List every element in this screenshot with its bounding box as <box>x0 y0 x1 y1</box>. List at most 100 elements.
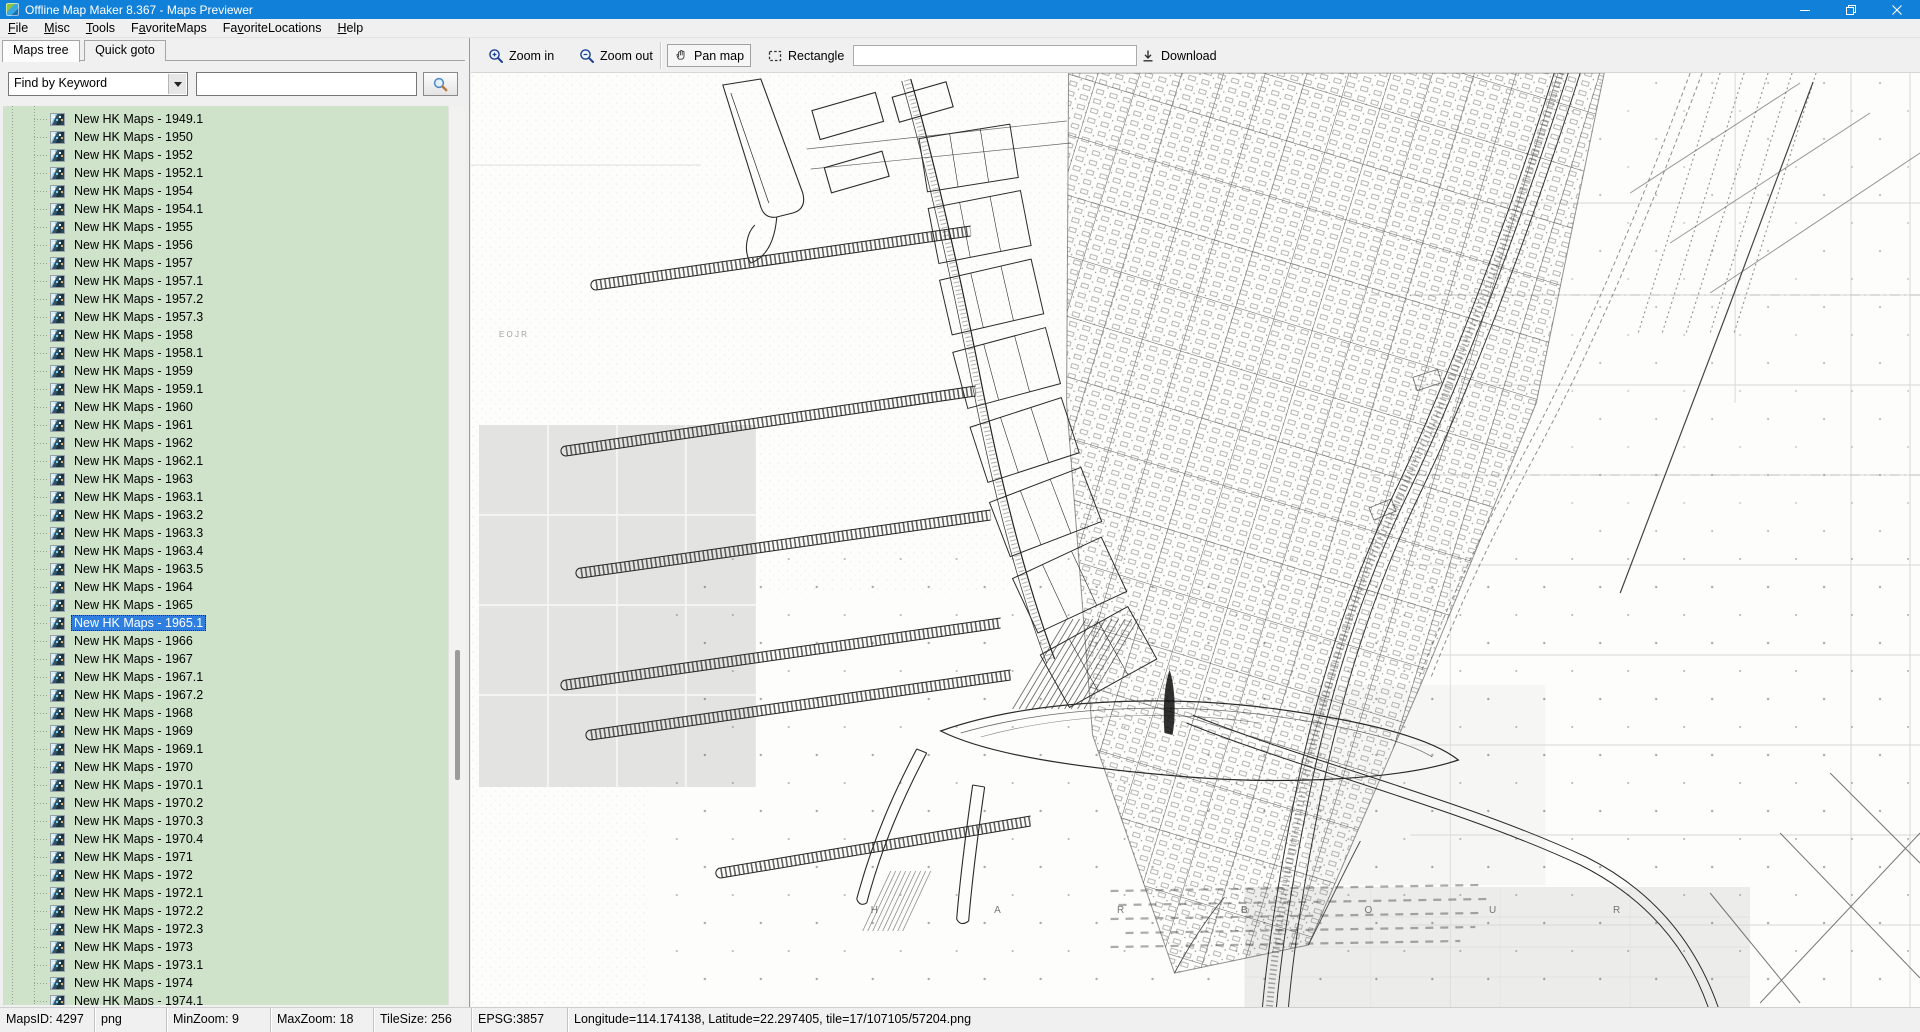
tree-item[interactable]: New HK Maps - 1973.1 <box>3 956 448 974</box>
tree-item[interactable]: New HK Maps - 1972.2 <box>3 902 448 920</box>
map-canvas[interactable]: H A R B O U R E O J R <box>471 73 1920 1007</box>
status-bar: MapsID: 4297 png MinZoom: 9 MaxZoom: 18 … <box>0 1007 1920 1032</box>
tree-item[interactable]: New HK Maps - 1972.3 <box>3 920 448 938</box>
tab-strip: Maps tree Quick goto <box>2 40 469 61</box>
tree-item[interactable]: New HK Maps - 1955 <box>3 218 448 236</box>
rectangle-button[interactable]: Rectangle <box>760 44 851 67</box>
status-coordinates: Longitude=114.174138, Latitude=22.297405… <box>568 1008 1920 1032</box>
map-thumbnail-icon <box>50 563 65 576</box>
tree-item[interactable]: New HK Maps - 1961 <box>3 416 448 434</box>
tree-item[interactable]: New HK Maps - 1963.1 <box>3 488 448 506</box>
pan-map-button[interactable]: Pan map <box>667 44 751 67</box>
tree-item[interactable]: New HK Maps - 1970.4 <box>3 830 448 848</box>
tree-item[interactable]: New HK Maps - 1973 <box>3 938 448 956</box>
tree-item[interactable]: New HK Maps - 1970.1 <box>3 776 448 794</box>
zoom-out-button[interactable]: Zoom out <box>572 44 660 67</box>
tree-item[interactable]: New HK Maps - 1950 <box>3 128 448 146</box>
download-button[interactable]: Download <box>1133 44 1224 67</box>
tree-item[interactable]: New HK Maps - 1965 <box>3 596 448 614</box>
tree-item[interactable]: New HK Maps - 1970 <box>3 758 448 776</box>
tree-item[interactable]: New HK Maps - 1960 <box>3 398 448 416</box>
search-input[interactable] <box>196 72 417 96</box>
tree-item[interactable]: New HK Maps - 1954 <box>3 182 448 200</box>
tree-item[interactable]: New HK Maps - 1968 <box>3 704 448 722</box>
tree-item[interactable]: New HK Maps - 1971 <box>3 848 448 866</box>
tree-item-label: New HK Maps - 1973.1 <box>71 957 206 973</box>
tree-item[interactable]: New HK Maps - 1963.2 <box>3 506 448 524</box>
tab-maps-tree[interactable]: Maps tree <box>2 40 80 62</box>
close-button[interactable] <box>1874 0 1920 19</box>
tree-item[interactable]: New HK Maps - 1959.1 <box>3 380 448 398</box>
tree-item[interactable]: New HK Maps - 1958 <box>3 326 448 344</box>
minimize-button[interactable] <box>1782 0 1828 19</box>
tree-item[interactable]: New HK Maps - 1967.1 <box>3 668 448 686</box>
menu-item[interactable]: Misc <box>36 19 78 38</box>
tree-item[interactable]: New HK Maps - 1963 <box>3 470 448 488</box>
left-panel: Maps tree Quick goto Find by Keyword New… <box>0 38 470 1007</box>
menu-item[interactable]: Help <box>329 19 371 38</box>
tree-item[interactable]: New HK Maps - 1958.1 <box>3 344 448 362</box>
tree-item[interactable]: New HK Maps - 1957.3 <box>3 308 448 326</box>
map-thumbnail-icon <box>50 383 65 396</box>
map-toolbar: Zoom in Zoom out Pan map Rectangle <box>471 38 1920 73</box>
address-input[interactable] <box>853 45 1137 66</box>
restore-button[interactable] <box>1828 0 1874 19</box>
tree-item[interactable]: New HK Maps - 1952 <box>3 146 448 164</box>
zoom-in-button[interactable]: Zoom in <box>481 44 561 67</box>
tree-item[interactable]: New HK Maps - 1970.2 <box>3 794 448 812</box>
tree-item[interactable]: New HK Maps - 1949.1 <box>3 110 448 128</box>
tree-item[interactable]: New HK Maps - 1963.3 <box>3 524 448 542</box>
tree-item[interactable]: New HK Maps - 1963.4 <box>3 542 448 560</box>
tree-item[interactable]: New HK Maps - 1966 <box>3 632 448 650</box>
tree-item[interactable]: New HK Maps - 1959 <box>3 362 448 380</box>
tree-item[interactable]: New HK Maps - 1957.2 <box>3 290 448 308</box>
tree-item-label: New HK Maps - 1952 <box>71 147 196 163</box>
hand-icon <box>674 48 689 63</box>
tree-item[interactable]: New HK Maps - 1964 <box>3 578 448 596</box>
tree-item[interactable]: New HK Maps - 1969 <box>3 722 448 740</box>
tree-item-label: New HK Maps - 1958.1 <box>71 345 206 361</box>
tree-item[interactable]: New HK Maps - 1974.1 <box>3 992 448 1005</box>
tree-item[interactable]: New HK Maps - 1965.1 <box>3 614 448 632</box>
tree-item[interactable]: New HK Maps - 1957 <box>3 254 448 272</box>
menu-item[interactable]: FavoriteLocations <box>215 19 330 38</box>
tree-item[interactable]: New HK Maps - 1969.1 <box>3 740 448 758</box>
map-viewport[interactable]: H A R B O U R E O J R <box>471 73 1920 1007</box>
menu-item[interactable]: FavoriteMaps <box>123 19 215 38</box>
pan-map-label: Pan map <box>694 49 744 63</box>
search-mode-value: Find by Keyword <box>14 76 107 90</box>
tree-item[interactable]: New HK Maps - 1956 <box>3 236 448 254</box>
map-thumbnail-icon <box>50 617 65 630</box>
tree-item[interactable]: New HK Maps - 1963.5 <box>3 560 448 578</box>
tree-item[interactable]: New HK Maps - 1974 <box>3 974 448 992</box>
tree-item[interactable]: New HK Maps - 1962.1 <box>3 452 448 470</box>
menu-item[interactable]: Tools <box>78 19 123 38</box>
tab-quick-goto[interactable]: Quick goto <box>84 40 166 61</box>
tree-item[interactable]: New HK Maps - 1967.2 <box>3 686 448 704</box>
tree-item[interactable]: New HK Maps - 1972.1 <box>3 884 448 902</box>
menu-item[interactable]: File <box>0 19 36 38</box>
search-icon <box>432 76 449 93</box>
chevron-down-icon[interactable] <box>168 74 186 94</box>
tree-item[interactable]: New HK Maps - 1952.1 <box>3 164 448 182</box>
search-mode-dropdown[interactable]: Find by Keyword <box>8 72 188 96</box>
map-thumbnail-icon <box>50 959 65 972</box>
tree-item[interactable]: New HK Maps - 1954.1 <box>3 200 448 218</box>
tree-item-label: New HK Maps - 1950 <box>71 129 196 145</box>
tree-item-label: New HK Maps - 1970.2 <box>71 795 206 811</box>
tree-item-label: New HK Maps - 1966 <box>71 633 196 649</box>
tree-item[interactable]: New HK Maps - 1962 <box>3 434 448 452</box>
tree-item[interactable]: New HK Maps - 1972 <box>3 866 448 884</box>
search-button[interactable] <box>423 72 458 96</box>
tree-item-label: New HK Maps - 1961 <box>71 417 196 433</box>
tree-scrollbar[interactable] <box>448 106 465 1005</box>
tree-item[interactable]: New HK Maps - 1967 <box>3 650 448 668</box>
tree-item[interactable]: New HK Maps - 1970.3 <box>3 812 448 830</box>
map-thumbnail-icon <box>50 689 65 702</box>
tree-item-label: New HK Maps - 1958 <box>71 327 196 343</box>
tree-scrollbar-thumb[interactable] <box>455 650 460 780</box>
tree-item-label: New HK Maps - 1963.1 <box>71 489 206 505</box>
tree-item[interactable]: New HK Maps - 1957.1 <box>3 272 448 290</box>
tree-item-label: New HK Maps - 1972.3 <box>71 921 206 937</box>
map-thumbnail-icon <box>50 671 65 684</box>
